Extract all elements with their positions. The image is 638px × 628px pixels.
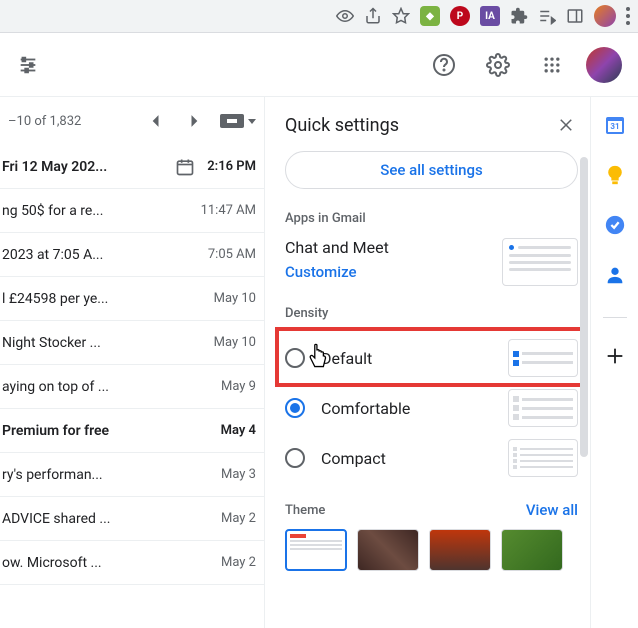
panel-scrollbar[interactable]: [580, 157, 588, 457]
theme-thumb-4[interactable]: [501, 529, 563, 571]
avatar[interactable]: [586, 47, 622, 83]
density-preview-comfortable: [508, 389, 578, 427]
radio-comfortable[interactable]: [285, 398, 305, 418]
side-app-rail: 31: [590, 97, 638, 628]
theme-thumb-default[interactable]: [285, 529, 347, 571]
email-row[interactable]: Premium for freeMay 4: [0, 409, 264, 453]
density-label-comfortable: Comfortable: [321, 399, 492, 418]
browser-toolbar: ◆ P IA: [0, 0, 638, 33]
density-section-label: Density: [285, 306, 578, 321]
email-date: May 2: [221, 555, 256, 570]
email-date: 7:05 AM: [208, 247, 256, 262]
theme-thumb-2[interactable]: [357, 529, 419, 571]
prev-page-button[interactable]: [140, 106, 170, 136]
date-picker-icon[interactable]: [175, 157, 195, 177]
email-date: May 2: [221, 511, 256, 526]
email-subject: Fri 12 May 202...: [2, 159, 175, 175]
chat-meet-preview: [502, 238, 578, 286]
ia-extension-icon[interactable]: IA: [480, 6, 500, 26]
eye-icon[interactable]: [336, 7, 354, 25]
contacts-app-icon[interactable]: [603, 263, 627, 287]
email-row[interactable]: ow. Microsoft ...May 2: [0, 541, 264, 585]
customize-link[interactable]: Customize: [285, 263, 492, 281]
email-date: May 10: [214, 291, 256, 306]
email-row[interactable]: aying on top of ...May 9: [0, 365, 264, 409]
next-page-button[interactable]: [180, 106, 210, 136]
email-subject: ow. Microsoft ...: [2, 555, 221, 571]
keep-app-icon[interactable]: [603, 163, 627, 187]
svg-text:31: 31: [610, 122, 619, 131]
email-list: –10 of 1,832 Fri 12 May 202... 2:16 PM ng …: [0, 97, 264, 628]
panel-icon[interactable]: [566, 7, 584, 25]
browser-menu-icon[interactable]: [626, 7, 630, 25]
profile-avatar-small[interactable]: [594, 5, 616, 27]
density-option-default[interactable]: Default: [285, 333, 578, 383]
theme-section-label: Theme: [285, 503, 325, 518]
email-date: May 9: [221, 379, 256, 394]
star-icon[interactable]: [392, 7, 410, 25]
email-row[interactable]: 2023 at 7:05 A...7:05 AM: [0, 233, 264, 277]
list-header: –10 of 1,832: [0, 97, 264, 145]
theme-thumbnails: [285, 529, 578, 571]
main-content: –10 of 1,832 Fri 12 May 202... 2:16 PM ng …: [0, 97, 638, 628]
quick-settings-panel: Quick settings See all settings Apps in …: [264, 97, 590, 628]
email-subject: ng 50$ for a re...: [2, 203, 201, 219]
email-row[interactable]: ng 50$ for a re...11:47 AM: [0, 189, 264, 233]
radio-compact[interactable]: [285, 448, 305, 468]
share-icon[interactable]: [364, 7, 382, 25]
email-row[interactable]: Night Stocker ...May 10: [0, 321, 264, 365]
email-subject: l £24598 per ye...: [2, 291, 214, 307]
close-icon[interactable]: [554, 113, 578, 137]
density-option-comfortable[interactable]: Comfortable: [285, 383, 578, 433]
theme-thumb-3[interactable]: [429, 529, 491, 571]
music-queue-icon[interactable]: [538, 7, 556, 25]
tasks-app-icon[interactable]: [603, 213, 627, 237]
display-settings-icon[interactable]: [16, 53, 40, 77]
gear-icon[interactable]: [478, 45, 518, 85]
pinterest-icon[interactable]: P: [450, 6, 470, 26]
email-date: May 4: [221, 423, 256, 438]
email-row[interactable]: l £24598 per ye...May 10: [0, 277, 264, 321]
chat-meet-section: Chat and Meet Customize: [285, 238, 578, 286]
see-all-settings-button[interactable]: See all settings: [285, 151, 578, 189]
chat-meet-title: Chat and Meet: [285, 238, 492, 257]
email-row[interactable]: Fri 12 May 202... 2:16 PM: [0, 145, 264, 189]
email-subject: Premium for free: [2, 423, 221, 439]
email-row[interactable]: ry's performan...May 3: [0, 453, 264, 497]
density-preview-compact: [508, 439, 578, 477]
extension-shield-icon[interactable]: ◆: [420, 6, 440, 26]
email-row[interactable]: ADVICE shared ...May 2: [0, 497, 264, 541]
calendar-app-icon[interactable]: 31: [603, 113, 627, 137]
apps-section-label: Apps in Gmail: [285, 211, 578, 226]
email-subject: 2023 at 7:05 A...: [2, 247, 208, 263]
density-preview-default: [508, 339, 578, 377]
extensions-puzzle-icon[interactable]: [510, 7, 528, 25]
email-subject: aying on top of ...: [2, 379, 221, 395]
panel-title: Quick settings: [285, 115, 399, 136]
email-date: 11:47 AM: [201, 203, 256, 218]
email-date: May 10: [214, 335, 256, 350]
pager-count: –10 of 1,832: [8, 114, 130, 129]
radio-default[interactable]: [285, 348, 305, 368]
apps-grid-icon[interactable]: [532, 45, 572, 85]
density-option-compact[interactable]: Compact: [285, 433, 578, 483]
email-subject: ry's performan...: [2, 467, 221, 483]
add-app-icon[interactable]: [603, 344, 627, 368]
email-date: 2:16 PM: [207, 159, 256, 174]
email-subject: ADVICE shared ...: [2, 511, 221, 527]
density-label-default: Default: [321, 349, 492, 368]
help-icon[interactable]: [424, 45, 464, 85]
input-method-button[interactable]: [220, 114, 256, 128]
email-date: May 3: [221, 467, 256, 482]
gmail-header: [0, 33, 638, 97]
email-subject: Night Stocker ...: [2, 335, 214, 351]
density-label-compact: Compact: [321, 449, 492, 468]
theme-view-all-link[interactable]: View all: [526, 501, 578, 519]
